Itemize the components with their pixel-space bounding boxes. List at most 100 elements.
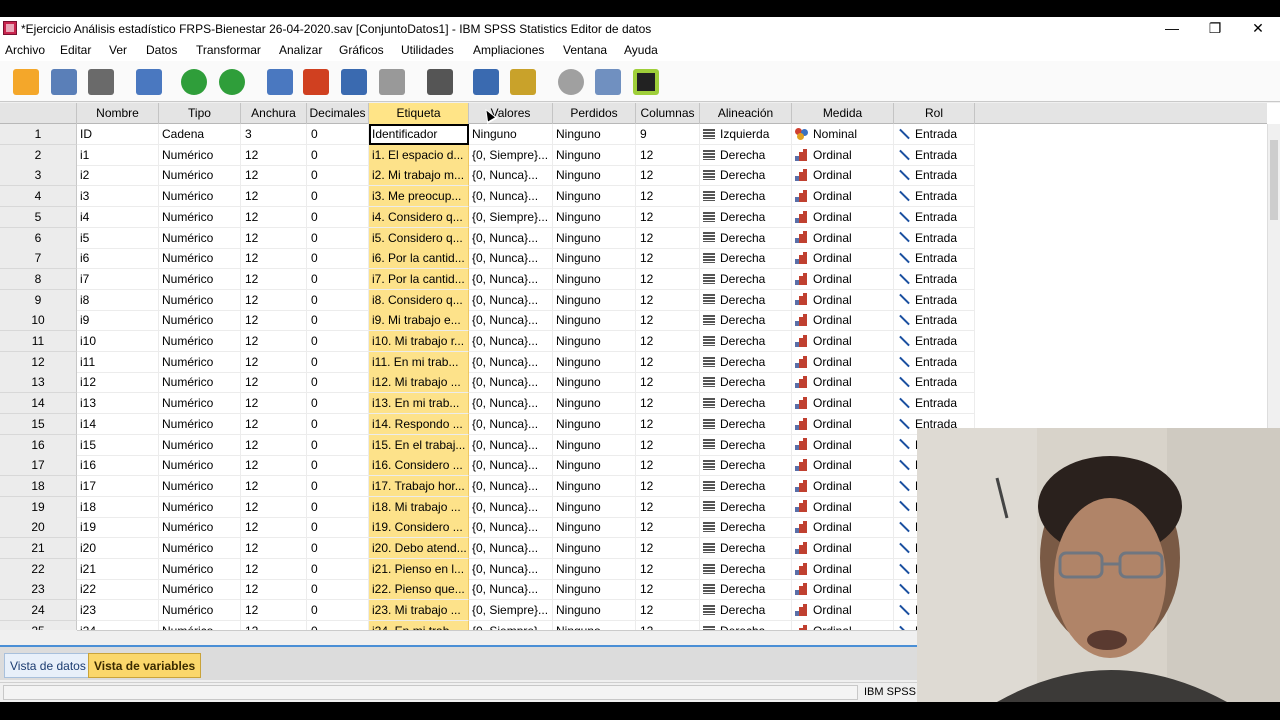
alineacion-cell[interactable]: Derecha bbox=[700, 165, 792, 187]
horizontal-scrollbar[interactable] bbox=[77, 630, 917, 642]
medida-cell[interactable]: Ordinal bbox=[792, 248, 894, 270]
columnas-cell[interactable]: 12 bbox=[636, 538, 700, 559]
alineacion-cell[interactable]: Derecha bbox=[700, 331, 792, 352]
valores-cell[interactable]: {0, Siempre}... bbox=[469, 144, 553, 166]
tipo-cell[interactable]: Numérico bbox=[159, 331, 241, 352]
columnas-cell[interactable]: 12 bbox=[636, 268, 700, 290]
decimales-cell[interactable]: 0 bbox=[307, 413, 369, 435]
valores-cell[interactable]: {0, Nunca}... bbox=[469, 331, 553, 352]
etiqueta-cell[interactable]: i21. Pienso en l... bbox=[369, 558, 469, 580]
etiqueta-cell[interactable]: i18. Mi trabajo ... bbox=[369, 496, 469, 518]
decimales-cell[interactable]: 0 bbox=[307, 579, 369, 601]
perdidos-cell[interactable]: Ninguno bbox=[553, 558, 636, 580]
medida-cell[interactable]: Ordinal bbox=[792, 496, 894, 518]
alineacion-cell[interactable]: Derecha bbox=[700, 496, 792, 518]
nombre-cell[interactable]: i21 bbox=[77, 558, 159, 580]
decimales-cell[interactable]: 0 bbox=[307, 600, 369, 622]
menu-graficos[interactable]: Gráficos bbox=[339, 43, 384, 57]
anchura-cell[interactable]: 12 bbox=[241, 144, 307, 166]
anchura-cell[interactable]: 12 bbox=[241, 455, 307, 477]
perdidos-cell[interactable]: Ninguno bbox=[553, 517, 636, 539]
column-header[interactable]: Alineación bbox=[700, 103, 792, 124]
menu-ampliaciones[interactable]: Ampliaciones bbox=[473, 43, 544, 57]
columnas-cell[interactable]: 12 bbox=[636, 186, 700, 208]
valores-cell[interactable]: {0, Nunca}... bbox=[469, 351, 553, 373]
tipo-cell[interactable]: Numérico bbox=[159, 413, 241, 435]
decimales-cell[interactable]: 0 bbox=[307, 124, 369, 145]
column-header[interactable]: Rol bbox=[894, 103, 975, 124]
medida-cell[interactable]: Ordinal bbox=[792, 268, 894, 290]
medida-cell[interactable]: Ordinal bbox=[792, 351, 894, 373]
nombre-cell[interactable]: i4 bbox=[77, 206, 159, 228]
etiqueta-cell[interactable]: Identificador bbox=[369, 124, 469, 145]
rol-cell[interactable]: Entrada bbox=[894, 268, 975, 290]
perdidos-cell[interactable]: Ninguno bbox=[553, 600, 636, 622]
restore-button[interactable]: ❐ bbox=[1193, 17, 1237, 41]
perdidos-cell[interactable]: Ninguno bbox=[553, 455, 636, 477]
columnas-cell[interactable]: 12 bbox=[636, 558, 700, 580]
etiqueta-cell[interactable]: i22. Pienso que... bbox=[369, 579, 469, 601]
alineacion-cell[interactable]: Derecha bbox=[700, 268, 792, 290]
decimales-cell[interactable]: 0 bbox=[307, 331, 369, 352]
alineacion-cell[interactable]: Derecha bbox=[700, 248, 792, 270]
nombre-cell[interactable]: i18 bbox=[77, 496, 159, 518]
redo-icon[interactable] bbox=[216, 66, 248, 98]
nombre-cell[interactable]: i2 bbox=[77, 165, 159, 187]
alineacion-cell[interactable]: Derecha bbox=[700, 206, 792, 228]
split-file-icon[interactable] bbox=[470, 66, 502, 98]
columnas-cell[interactable]: 12 bbox=[636, 455, 700, 477]
tipo-cell[interactable]: Numérico bbox=[159, 186, 241, 208]
decimales-cell[interactable]: 0 bbox=[307, 186, 369, 208]
rol-cell[interactable]: Entrada bbox=[894, 227, 975, 249]
nombre-cell[interactable]: i5 bbox=[77, 227, 159, 249]
valores-cell[interactable]: {0, Nunca}... bbox=[469, 268, 553, 290]
alineacion-cell[interactable]: Derecha bbox=[700, 558, 792, 580]
etiqueta-cell[interactable]: i12. Mi trabajo ... bbox=[369, 372, 469, 394]
column-header[interactable]: Columnas bbox=[636, 103, 700, 124]
medida-cell[interactable]: Ordinal bbox=[792, 517, 894, 539]
columnas-cell[interactable]: 12 bbox=[636, 310, 700, 332]
columnas-cell[interactable]: 12 bbox=[636, 600, 700, 622]
rol-cell[interactable]: Entrada bbox=[894, 393, 975, 415]
perdidos-cell[interactable]: Ninguno bbox=[553, 620, 636, 630]
etiqueta-cell[interactable]: i4. Considero q... bbox=[369, 206, 469, 228]
tipo-cell[interactable]: Numérico bbox=[159, 165, 241, 187]
alineacion-cell[interactable]: Derecha bbox=[700, 310, 792, 332]
alineacion-cell[interactable]: Derecha bbox=[700, 289, 792, 311]
columnas-cell[interactable]: 12 bbox=[636, 393, 700, 415]
nombre-cell[interactable]: i16 bbox=[77, 455, 159, 477]
perdidos-cell[interactable]: Ninguno bbox=[553, 186, 636, 208]
columnas-cell[interactable]: 12 bbox=[636, 620, 700, 630]
save-icon[interactable] bbox=[48, 66, 80, 98]
columnas-cell[interactable]: 12 bbox=[636, 144, 700, 166]
menu-utilidades[interactable]: Utilidades bbox=[401, 43, 454, 57]
menu-analizar[interactable]: Analizar bbox=[279, 43, 322, 57]
etiqueta-cell[interactable]: i2. Mi trabajo m... bbox=[369, 165, 469, 187]
valores-cell[interactable]: {0, Nunca}... bbox=[469, 517, 553, 539]
valores-cell[interactable]: {0, Nunca}... bbox=[469, 372, 553, 394]
valores-cell[interactable]: {0, Nunca}... bbox=[469, 310, 553, 332]
alineacion-cell[interactable]: Derecha bbox=[700, 186, 792, 208]
decimales-cell[interactable]: 0 bbox=[307, 372, 369, 394]
etiqueta-cell[interactable]: i24. En mi trab... bbox=[369, 620, 469, 630]
rol-cell[interactable]: Entrada bbox=[894, 310, 975, 332]
nombre-cell[interactable]: i20 bbox=[77, 538, 159, 559]
column-header[interactable]: Nombre bbox=[77, 103, 159, 124]
valores-cell[interactable]: {0, Nunca}... bbox=[469, 455, 553, 477]
medida-cell[interactable]: Ordinal bbox=[792, 413, 894, 435]
etiqueta-cell[interactable]: i19. Considero ... bbox=[369, 517, 469, 539]
anchura-cell[interactable]: 12 bbox=[241, 496, 307, 518]
valores-cell[interactable]: {0, Nunca}... bbox=[469, 289, 553, 311]
column-header[interactable]: Anchura bbox=[241, 103, 307, 124]
tipo-cell[interactable]: Numérico bbox=[159, 372, 241, 394]
medida-cell[interactable]: Ordinal bbox=[792, 475, 894, 497]
valores-cell[interactable]: {0, Nunca}... bbox=[469, 579, 553, 601]
tipo-cell[interactable]: Numérico bbox=[159, 600, 241, 622]
decimales-cell[interactable]: 0 bbox=[307, 268, 369, 290]
medida-cell[interactable]: Nominal bbox=[792, 124, 894, 145]
nombre-cell[interactable]: i24 bbox=[77, 620, 159, 630]
perdidos-cell[interactable]: Ninguno bbox=[553, 393, 636, 415]
anchura-cell[interactable]: 12 bbox=[241, 372, 307, 394]
column-header[interactable]: Perdidos bbox=[553, 103, 636, 124]
menu-archivo[interactable]: Archivo bbox=[5, 43, 45, 57]
